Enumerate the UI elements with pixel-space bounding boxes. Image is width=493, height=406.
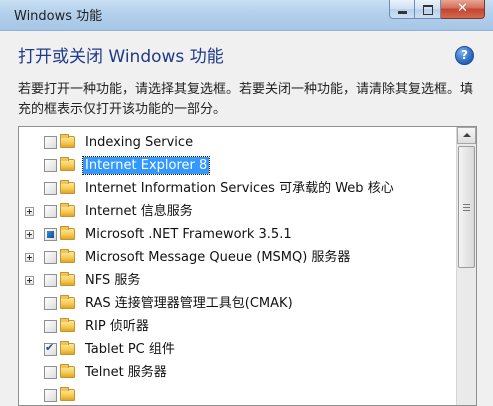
folder-icon bbox=[60, 272, 75, 286]
close-icon: ✕ bbox=[457, 1, 468, 16]
maximize-button[interactable] bbox=[415, 0, 441, 19]
feature-label: Tablet PC 组件 bbox=[85, 342, 175, 357]
feature-label: Indexing Service bbox=[85, 135, 194, 150]
folder-icon bbox=[60, 295, 75, 309]
tree-row[interactable]: Internet 信息服务 bbox=[19, 200, 455, 223]
feature-checkbox[interactable] bbox=[44, 136, 57, 149]
folder-icon bbox=[60, 180, 75, 194]
scroll-up-button[interactable] bbox=[457, 127, 476, 144]
minimize-icon bbox=[398, 11, 407, 14]
feature-checkbox[interactable] bbox=[44, 182, 57, 195]
tree-row[interactable]: Internet Explorer 8 bbox=[19, 154, 455, 177]
feature-label: Microsoft Message Queue (MSMQ) 服务器 bbox=[85, 250, 351, 265]
grip-line bbox=[463, 204, 470, 205]
feature-checkbox[interactable] bbox=[44, 389, 57, 402]
window-title: Windows 功能 bbox=[14, 9, 103, 24]
expand-icon[interactable] bbox=[25, 253, 34, 262]
feature-label: Internet Explorer 8 bbox=[81, 156, 211, 175]
folder-icon bbox=[60, 249, 75, 263]
tree-row[interactable] bbox=[19, 384, 455, 405]
tree-row[interactable]: RIP 侦听器 bbox=[19, 315, 455, 338]
folder-icon bbox=[60, 226, 75, 240]
folder-icon bbox=[60, 134, 75, 148]
folder-icon bbox=[60, 364, 75, 378]
folder-icon bbox=[60, 157, 75, 171]
feature-label: Telnet 服务器 bbox=[85, 365, 167, 380]
grip-line bbox=[463, 207, 470, 208]
tree-row[interactable]: Microsoft .NET Framework 3.5.1 bbox=[19, 223, 455, 246]
feature-label: RAS 连接管理器管理工具包(CMAK) bbox=[85, 296, 293, 311]
maximize-icon bbox=[423, 5, 433, 15]
scroll-thumb[interactable] bbox=[458, 146, 475, 268]
feature-label: Microsoft .NET Framework 3.5.1 bbox=[85, 227, 292, 242]
grip-line bbox=[463, 210, 470, 211]
minimize-button[interactable] bbox=[389, 0, 415, 19]
tree-row[interactable]: Indexing Service bbox=[19, 131, 455, 154]
feature-checkbox[interactable] bbox=[44, 341, 57, 356]
feature-checkbox[interactable] bbox=[44, 228, 57, 241]
folder-icon bbox=[60, 387, 75, 401]
page-title: 打开或关闭 Windows 功能 bbox=[18, 47, 224, 67]
feature-tree[interactable]: Indexing Service Internet Explorer 8 Inter… bbox=[18, 126, 477, 406]
title-bar[interactable]: Windows 功能 ✕ bbox=[0, 0, 493, 31]
description-text: 若要打开一种功能，请选择其复选框。若要关闭一种功能，请清除其复选框。填充的框表示… bbox=[18, 82, 474, 117]
feature-checkbox[interactable] bbox=[44, 297, 57, 310]
expand-icon[interactable] bbox=[25, 230, 34, 239]
feature-label: NFS 服务 bbox=[85, 273, 141, 288]
folder-icon bbox=[60, 203, 75, 217]
tree-row[interactable]: NFS 服务 bbox=[19, 269, 455, 292]
tree-row[interactable]: Tablet PC 组件 bbox=[19, 338, 455, 361]
tree-row[interactable]: Microsoft Message Queue (MSMQ) 服务器 bbox=[19, 246, 455, 269]
help-icon[interactable]: ? bbox=[455, 46, 474, 65]
folder-icon bbox=[60, 318, 75, 332]
feature-checkbox[interactable] bbox=[44, 205, 57, 218]
feature-checkbox[interactable] bbox=[44, 320, 57, 333]
feature-label: Internet Information Services 可承载的 Web 核… bbox=[85, 181, 394, 196]
caption-buttons: ✕ bbox=[389, 0, 485, 20]
feature-checkbox[interactable] bbox=[44, 159, 57, 172]
feature-checkbox[interactable] bbox=[44, 251, 57, 264]
feature-label: RIP 侦听器 bbox=[85, 319, 149, 334]
tree-row[interactable]: Internet Information Services 可承载的 Web 核… bbox=[19, 177, 455, 200]
folder-icon bbox=[60, 341, 75, 355]
close-button[interactable]: ✕ bbox=[441, 0, 485, 19]
vertical-scrollbar[interactable] bbox=[456, 127, 476, 405]
feature-label: Internet 信息服务 bbox=[85, 204, 193, 219]
tree-row[interactable]: Telnet 服务器 bbox=[19, 361, 455, 384]
feature-checkbox[interactable] bbox=[44, 274, 57, 287]
tree-row[interactable]: RAS 连接管理器管理工具包(CMAK) bbox=[19, 292, 455, 315]
expand-icon[interactable] bbox=[25, 207, 34, 216]
feature-checkbox[interactable] bbox=[44, 366, 57, 379]
expand-icon[interactable] bbox=[25, 276, 34, 285]
